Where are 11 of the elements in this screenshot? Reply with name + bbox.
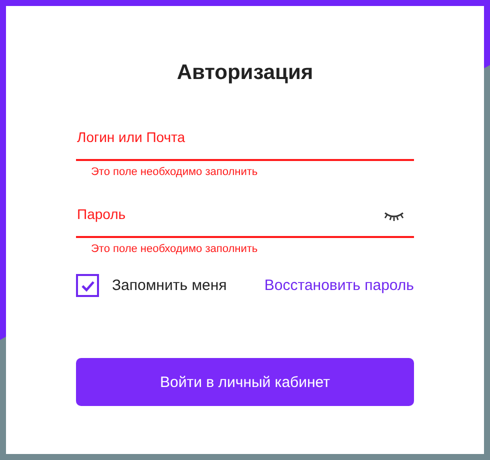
checkbox[interactable] [76, 274, 99, 297]
checkbox-label: Запомнить меня [112, 277, 227, 294]
error-message: Это поле необходимо заполнить [90, 166, 259, 178]
error-message: Это поле необходимо заполнить [90, 243, 259, 255]
eye-closed-icon[interactable] [383, 210, 405, 222]
input-field[interactable]: Логин или Почта [76, 121, 414, 161]
checkmark-icon [80, 280, 94, 292]
form-title: Авторизация [176, 61, 314, 85]
restore-password-link[interactable]: Восстановить пароль [264, 277, 414, 294]
login-button[interactable]: Войти в личный кабинет [76, 358, 414, 406]
input-field[interactable]: Пароль [76, 198, 414, 238]
